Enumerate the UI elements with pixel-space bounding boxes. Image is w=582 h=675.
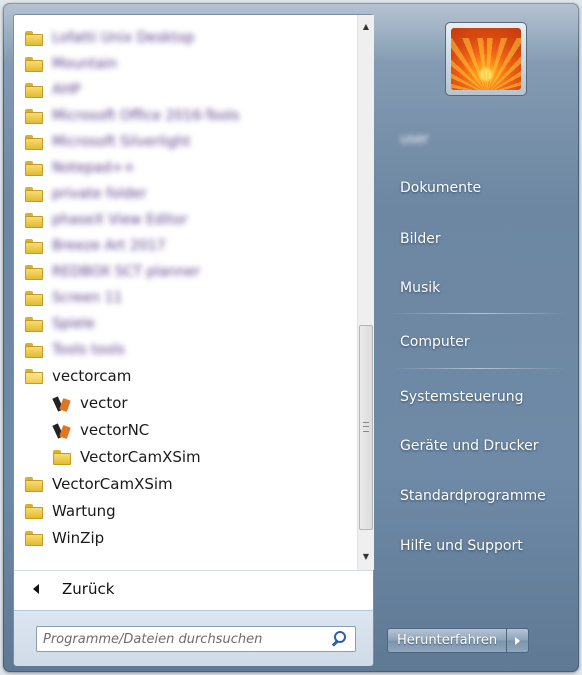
folder-icon	[25, 30, 43, 46]
folder-icon	[25, 212, 43, 228]
program-folder-vectorcamxsim[interactable]: VectorCamXSim	[25, 471, 173, 497]
program-folder-label: REDBOX SCT planner	[52, 264, 201, 280]
scroll-thumb[interactable]	[359, 325, 373, 530]
shutdown-group: Herunterfahren	[387, 628, 530, 653]
program-folder-label: vectorcam	[52, 367, 132, 385]
program-folder-label: Notepad++	[52, 160, 135, 176]
program-folder[interactable]: AHP	[25, 77, 81, 103]
program-folder-label: VectorCamXSim	[52, 475, 173, 493]
back-arrow-icon	[33, 584, 39, 594]
program-folder-vectorcam[interactable]: vectorcam	[25, 363, 131, 389]
program-folder-label: WinZip	[52, 529, 105, 547]
vectorcam-app-icon	[53, 421, 71, 439]
program-folder[interactable]: Screen 11	[25, 285, 122, 311]
folder-icon	[53, 449, 71, 465]
program-folder[interactable]: Mountain	[25, 51, 117, 77]
program-folder-label: Microsoft Office 2016-Tools	[52, 108, 240, 124]
menu-item-systemsteuerung[interactable]: Systemsteuerung	[385, 378, 573, 416]
program-item-label: vectorNC	[80, 421, 150, 439]
program-folder[interactable]: Spiele	[25, 311, 95, 337]
folder-icon	[25, 134, 43, 150]
folder-icon	[25, 476, 43, 492]
folder-icon	[25, 530, 43, 546]
program-folder-label: Mountain	[52, 56, 118, 72]
scroll-grip-icon	[363, 422, 369, 432]
vectorcam-app-icon	[53, 394, 71, 412]
program-folder[interactable]: Lofatti Unix Desktop	[25, 25, 194, 51]
program-folder[interactable]: REDBOX SCT planner	[25, 259, 200, 285]
folder-icon	[25, 160, 43, 176]
separator	[392, 368, 567, 369]
program-folder[interactable]: Tools tools	[25, 337, 125, 363]
separator	[392, 313, 567, 314]
menu-item-hilfe-und-support[interactable]: Hilfe und Support	[385, 527, 573, 565]
program-folder-label: Microsoft Silverlight	[52, 134, 191, 150]
menu-item-bilder[interactable]: Bilder	[385, 220, 573, 258]
folder-icon	[25, 108, 43, 124]
program-folder-label: phaseX View Editor	[52, 212, 188, 228]
shutdown-button[interactable]: Herunterfahren	[387, 628, 508, 653]
program-folder[interactable]: phaseX View Editor	[25, 207, 187, 233]
folder-icon	[25, 186, 43, 202]
program-folder[interactable]: Microsoft Silverlight	[25, 129, 191, 155]
divider	[14, 570, 373, 571]
program-item-label: VectorCamXSim	[80, 448, 201, 466]
program-item-vector[interactable]: vector	[53, 390, 128, 416]
search-box[interactable]	[36, 626, 356, 652]
program-folder-label: Screen 11	[52, 290, 123, 306]
program-folder-label: private folder	[52, 186, 147, 202]
folder-icon	[25, 56, 43, 72]
search-icon[interactable]	[329, 629, 349, 649]
shutdown-options-button[interactable]	[507, 628, 530, 653]
program-folder-label: Spiele	[52, 316, 95, 332]
menu-item-geraete-und-drucker[interactable]: Geräte und Drucker	[385, 427, 573, 465]
program-list: Lofatti Unix Desktop Mountain AHP Micros…	[14, 15, 357, 570]
menu-item-musik[interactable]: Musik	[385, 269, 573, 307]
back-button[interactable]: Zurück	[14, 572, 373, 606]
folder-icon	[25, 316, 43, 332]
user-name[interactable]: user	[400, 132, 428, 147]
folder-open-icon	[25, 368, 43, 384]
folder-icon	[25, 503, 43, 519]
program-list-scrollbar[interactable]: ▲ ▼	[357, 15, 374, 570]
folder-icon	[25, 238, 43, 254]
flower-picture	[451, 28, 521, 90]
program-folder-label: AHP	[52, 82, 81, 98]
program-folder-label: Breeze Art 2017	[52, 238, 166, 254]
program-folder-wartung[interactable]: Wartung	[25, 498, 116, 524]
program-folder-label: Tools tools	[52, 342, 125, 358]
folder-icon	[25, 264, 43, 280]
folder-icon	[25, 290, 43, 306]
program-subfolder-vectorcamxsim[interactable]: VectorCamXSim	[53, 444, 201, 470]
scroll-down-button[interactable]: ▼	[358, 548, 374, 565]
folder-icon	[25, 342, 43, 358]
program-item-vectornc[interactable]: vectorNC	[53, 417, 149, 443]
search-area	[14, 610, 373, 666]
program-item-label: vector	[80, 394, 128, 412]
program-folder-label: Lofatti Unix Desktop	[52, 30, 195, 46]
menu-item-standardprogramme[interactable]: Standardprogramme	[385, 477, 573, 515]
folder-icon	[25, 82, 43, 98]
user-avatar[interactable]	[445, 22, 527, 96]
arrow-right-icon	[515, 636, 521, 645]
program-folder[interactable]: private folder	[25, 181, 147, 207]
back-label: Zurück	[62, 580, 115, 598]
menu-item-dokumente[interactable]: Dokumente	[385, 169, 573, 207]
search-input[interactable]	[37, 630, 329, 648]
program-folder[interactable]: Microsoft Office 2016-Tools	[25, 103, 239, 129]
menu-item-computer[interactable]: Computer	[385, 323, 573, 361]
program-folder-winzip[interactable]: WinZip	[25, 525, 104, 551]
program-folder[interactable]: Breeze Art 2017	[25, 233, 166, 259]
program-folder[interactable]: Notepad++	[25, 155, 135, 181]
scroll-up-button[interactable]: ▲	[358, 18, 374, 35]
programs-pane: Lofatti Unix Desktop Mountain AHP Micros…	[13, 14, 374, 666]
program-folder-label: Wartung	[52, 502, 116, 520]
